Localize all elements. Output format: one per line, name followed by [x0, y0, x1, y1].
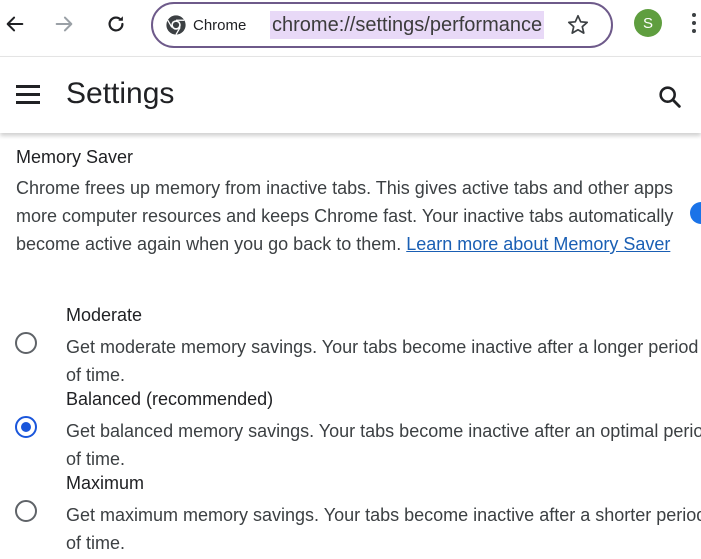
url-text[interactable]: chrome://settings/performance	[270, 11, 545, 39]
search-settings-button[interactable]	[656, 83, 684, 111]
more-menu-button[interactable]	[684, 8, 701, 38]
browser-toolbar: Chrome chrome://settings/performance S	[0, 0, 701, 50]
learn-more-link[interactable]: Learn more about Memory Saver	[406, 234, 670, 254]
reload-icon	[108, 16, 124, 32]
option-description: Get balanced memory savings. Your tabs b…	[66, 421, 701, 469]
option-maximum[interactable]: Maximum Get maximum memory savings. Your…	[0, 470, 701, 554]
profile-avatar[interactable]: S	[634, 9, 662, 37]
bookmark-button[interactable]	[565, 12, 591, 38]
option-description: Get maximum memory savings. Your tabs be…	[66, 505, 701, 553]
settings-header: Settings	[0, 56, 701, 133]
hamburger-icon	[16, 85, 40, 88]
memory-saver-description: Chrome frees up memory from inactive tab…	[16, 174, 681, 258]
back-button[interactable]	[0, 9, 30, 39]
chrome-logo-icon	[166, 15, 186, 35]
memory-saver-toggle[interactable]	[690, 202, 701, 224]
radio-balanced[interactable]	[15, 416, 37, 438]
forward-button[interactable]	[49, 9, 79, 39]
arrow-right-icon	[55, 16, 73, 32]
reload-button[interactable]	[101, 9, 131, 39]
option-description: Get moderate memory savings. Your tabs b…	[66, 337, 699, 385]
option-label: Balanced (recommended)	[66, 389, 274, 409]
radio-maximum[interactable]	[15, 500, 37, 522]
site-info-chip[interactable]: Chrome	[165, 12, 246, 38]
main-menu-button[interactable]	[16, 85, 44, 109]
star-icon	[567, 14, 589, 34]
radio-moderate[interactable]	[15, 332, 37, 354]
option-moderate[interactable]: Moderate Get moderate memory savings. Yo…	[0, 302, 701, 386]
page-title: Settings	[66, 77, 175, 110]
site-chip-label: Chrome	[193, 16, 247, 34]
arrow-left-icon	[6, 16, 24, 32]
kebab-icon	[692, 13, 696, 17]
memory-saver-title: Memory Saver	[16, 147, 134, 167]
option-balanced[interactable]: Balanced (recommended) Get balanced memo…	[0, 386, 701, 470]
option-label: Maximum	[66, 473, 145, 493]
settings-content: Memory Saver Chrome frees up memory from…	[0, 134, 701, 559]
address-bar[interactable]: Chrome chrome://settings/performance	[151, 2, 613, 48]
search-icon	[659, 86, 681, 108]
option-label: Moderate	[66, 305, 143, 325]
